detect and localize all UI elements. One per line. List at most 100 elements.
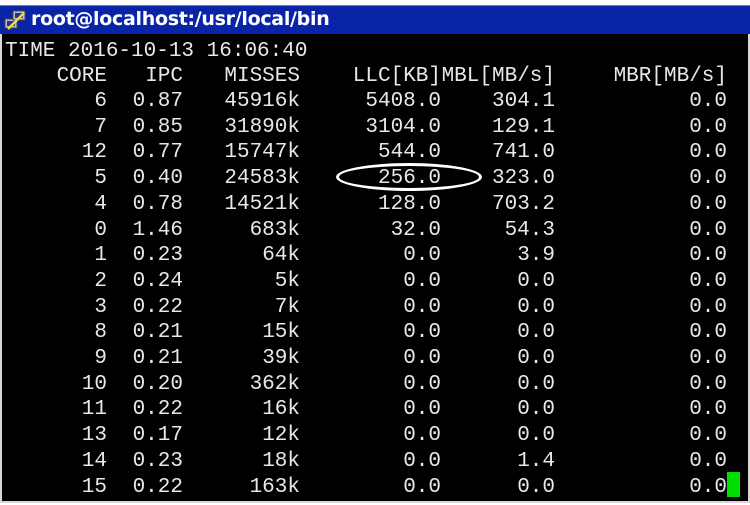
table-row: 6 0.87 45916k 5408.0 304.1 0.0: [0, 90, 750, 115]
table-row-cell: 5k: [274, 269, 300, 293]
table-row-cell: 3: [94, 295, 107, 319]
table-row-cell: 54.3: [504, 218, 555, 242]
table-row-cell: 0.0: [689, 347, 727, 370]
table-row-cell: 0.17: [132, 424, 183, 448]
table-row-cell: 128.0: [377, 192, 441, 216]
table-row-cell: 0.0: [689, 218, 727, 242]
table-row-cell: 0.0: [689, 244, 727, 268]
table-row-cell: 0.0: [403, 449, 441, 473]
table-row-cell: 2: [94, 269, 107, 293]
table-row-cell: 0.20: [132, 372, 183, 396]
table-row-cell: 0.0: [689, 449, 727, 473]
table-row-cell: 163k: [249, 475, 300, 499]
table-row-cell: 0.0: [689, 115, 727, 139]
table-row-cell: 683k: [249, 218, 300, 242]
table-row-cell: 31890k: [224, 115, 300, 139]
header-row-cell: LLC[KB]: [352, 65, 441, 88]
header-row-cell: MBR[MB/s]: [613, 65, 727, 88]
table-row-cell: 0.0: [403, 269, 441, 293]
table-row-cell: 0.0: [517, 475, 555, 499]
table-row-cell: 8: [94, 321, 107, 345]
table-row-cell: 0.0: [517, 372, 555, 396]
table-row-cell: 0.78: [132, 192, 183, 216]
table-row-cell: 1: [94, 244, 107, 268]
table-row-cell: 13: [81, 424, 107, 448]
table-row-cell: 6: [94, 90, 107, 113]
table-row-cell: 5: [94, 167, 107, 191]
table-row-cell: 45916k: [224, 90, 300, 113]
table-row-cell: 10: [81, 372, 107, 396]
table-row-cell: 0.22: [132, 475, 183, 499]
table-row-cell: 0.0: [403, 321, 441, 345]
table-row-cell: 24583k: [224, 167, 300, 191]
header-row-cell: MBL[MB/s]: [441, 65, 555, 88]
table-row: 1 0.23 64k 0.0 3.9 0.0: [0, 244, 750, 269]
table-row-cell: 4: [94, 192, 107, 216]
table-row: 11 0.22 16k 0.0 0.0 0.0: [0, 398, 750, 423]
table-row-cell: 0.0: [689, 192, 727, 216]
table-row: 13 0.17 12k 0.0 0.0 0.0: [0, 424, 750, 449]
table-row: 2 0.24 5k 0.0 0.0 0.0: [0, 270, 750, 295]
table-row-cell: 0.0: [689, 295, 727, 319]
table-row-cell: 0.0: [517, 424, 555, 448]
header-row-cell: CORE: [56, 65, 107, 88]
table-row-cell: 0.22: [132, 295, 183, 319]
table-row-cell: 1.46: [132, 218, 183, 242]
table-row-cell: 12: [81, 141, 107, 165]
highlight-ellipse: [336, 163, 482, 191]
table-row-cell: 0.40: [132, 167, 183, 191]
table-row-cell: 7k: [274, 295, 300, 319]
table-row-cell: 0.23: [132, 244, 183, 268]
table-row: 12 0.77 15747k 544.0 741.0 0.0: [0, 141, 750, 166]
table-row-cell: 0.0: [517, 295, 555, 319]
time-line: TIME 2016-10-13 16:06:40: [5, 40, 308, 63]
table-row-cell: 0.0: [689, 321, 727, 345]
header-row: CORE IPC MISSES LLC[KB] MBL[MB/s] MBR[MB/s]: [0, 65, 750, 90]
table-row-cell: 0.0: [689, 90, 727, 113]
table-row-cell: 18k: [262, 449, 300, 473]
table-row-cell: 14: [81, 449, 107, 473]
table-row-cell: 703.2: [491, 192, 555, 216]
table-row-cell: 0.0: [517, 398, 555, 422]
table-row-cell: 0.0: [517, 347, 555, 370]
table-row-cell: 0: [94, 218, 107, 242]
table-row-cell: 0.85: [132, 115, 183, 139]
table-row-cell: 0.0: [403, 398, 441, 422]
table-row-cell: 0.0: [403, 295, 441, 319]
table-row-cell: 129.1: [491, 115, 555, 139]
table-row-cell: 0.0: [403, 347, 441, 370]
table-row-cell: 3104.0: [365, 115, 441, 139]
table-row: 14 0.23 18k 0.0 1.4 0.0: [0, 450, 750, 475]
table-row-cell: 15: [81, 475, 107, 499]
table-row: 7 0.85 31890k 3104.0 129.1 0.0: [0, 116, 750, 141]
table-row-cell: 0.0: [689, 167, 727, 191]
table-row-cell: 0.77: [132, 141, 183, 165]
table-row: 10 0.20 362k 0.0 0.0 0.0: [0, 373, 750, 398]
table-row-cell: 0.0: [403, 424, 441, 448]
table-row-cell: 0.0: [517, 269, 555, 293]
table-row-cell: 0.0: [689, 398, 727, 422]
terminal-cursor: [727, 472, 740, 497]
table-row-cell: 0.0: [689, 475, 727, 499]
table-row-cell: 0.0: [689, 269, 727, 293]
table-row-cell: 0.0: [403, 244, 441, 268]
table-row-cell: 323.0: [491, 167, 555, 191]
table-row-cell: 15747k: [224, 141, 300, 165]
table-row-cell: 0.87: [132, 90, 183, 113]
table-row-cell: 0.21: [132, 347, 183, 370]
table-row-cell: 0.0: [689, 372, 727, 396]
title-bar[interactable]: root@localhost:/usr/local/bin: [0, 5, 750, 34]
table-row: 9 0.21 39k 0.0 0.0 0.0: [0, 347, 750, 372]
table-row: 0 1.46 683k 32.0 54.3 0.0: [0, 219, 750, 244]
table-row-cell: 32.0: [390, 218, 441, 242]
table-row-cell: 0.0: [403, 372, 441, 396]
table-row: 3 0.22 7k 0.0 0.0 0.0: [0, 296, 750, 321]
table-row-cell: 11: [81, 398, 107, 422]
table-row-cell: 741.0: [491, 141, 555, 165]
table-row-cell: 0.0: [517, 321, 555, 345]
header-row-cell: IPC: [145, 65, 183, 88]
table-row-cell: 5408.0: [365, 90, 441, 113]
table-row: 8 0.21 15k 0.0 0.0 0.0: [0, 321, 750, 346]
table-row-cell: 15k: [262, 321, 300, 345]
table-row-cell: 0.23: [132, 449, 183, 473]
